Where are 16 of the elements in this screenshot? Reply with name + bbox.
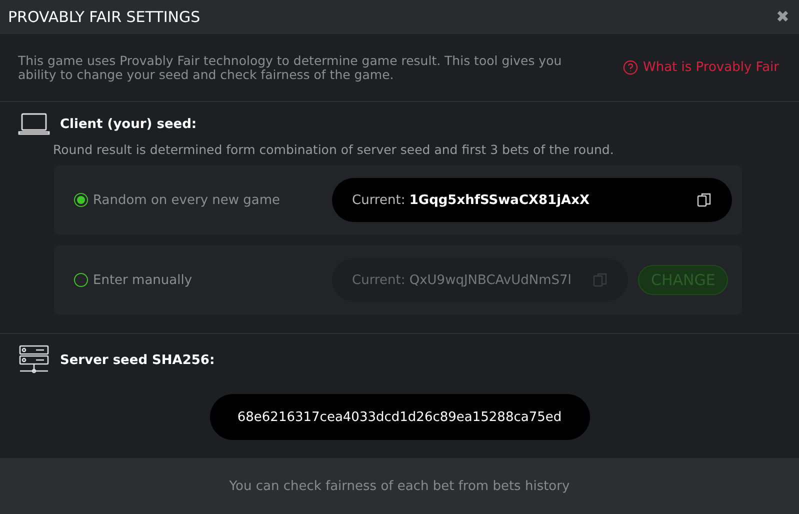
copy-icon[interactable] xyxy=(696,192,712,208)
seed-field[interactable]: Current: 1Gqg5xhfSSwaCX81jAxX xyxy=(332,178,732,222)
section-description: Round result is determined form combination of server seed and first 3 bets of the round. xyxy=(53,142,615,157)
dialog-title: PROVABLY FAIR SETTINGS xyxy=(8,8,200,26)
help-icon xyxy=(623,60,638,75)
laptop-icon xyxy=(18,112,50,136)
section-title: Client (your) seed: xyxy=(60,116,197,132)
server-icon xyxy=(18,344,50,376)
footer-note: You can check fairness of each bet from bets history xyxy=(229,478,570,494)
radio-icon[interactable] xyxy=(74,193,88,207)
server-seed-field: 68e6216317cea4033dcd1d26c89ea15288ca75ed xyxy=(210,394,590,440)
radio-option[interactable]: Random on every new game xyxy=(93,192,332,208)
provably-fair-link[interactable]: What is Provably Fair xyxy=(623,60,779,75)
close-button[interactable]: ✖ xyxy=(776,7,789,27)
intro-text: This game uses Provably Fair technology to determine game result. This tool gives you ability to change your seed and check fairness of the game. xyxy=(18,54,563,82)
section-title: Server seed SHA256: xyxy=(60,352,215,368)
